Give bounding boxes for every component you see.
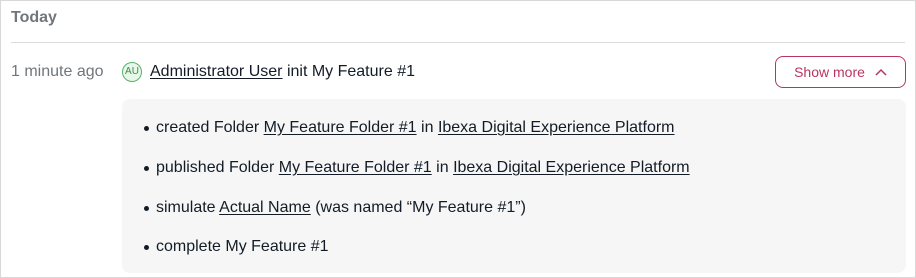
entry-time: 1 minute ago xyxy=(11,63,104,80)
detail-text: simulate xyxy=(156,199,216,216)
activity-panel: Today 1 minute ago AU Administrator User… xyxy=(0,0,916,278)
show-more-button[interactable]: Show more xyxy=(775,56,906,88)
detail-link[interactable]: My Feature Folder #1 xyxy=(279,159,432,176)
chevron-up-icon xyxy=(875,68,887,76)
entry-details: created Folder My Feature Folder #1 in I… xyxy=(122,99,906,273)
detail-text: in xyxy=(436,159,449,176)
bullet xyxy=(144,206,149,211)
detail-item: simulate Actual Name (was named “My Feat… xyxy=(144,198,526,218)
group-title: Today xyxy=(11,9,57,26)
show-more-label: Show more xyxy=(794,64,865,80)
detail-item: created Folder My Feature Folder #1 in I… xyxy=(144,118,675,138)
detail-text: created Folder xyxy=(156,119,260,136)
detail-item: complete My Feature #1 xyxy=(144,237,329,257)
detail-link[interactable]: Ibexa Digital Experience Platform xyxy=(453,159,690,176)
detail-text: published Folder xyxy=(156,159,275,176)
detail-text: complete My Feature #1 xyxy=(156,238,329,255)
detail-link[interactable]: My Feature Folder #1 xyxy=(264,119,417,136)
detail-item: published Folder My Feature Folder #1 in… xyxy=(144,158,690,178)
bullet xyxy=(144,126,149,131)
bullet xyxy=(144,245,149,250)
user-link[interactable]: Administrator User xyxy=(150,63,282,80)
detail-text: (was named “My Feature #1”) xyxy=(315,199,526,216)
detail-link[interactable]: Actual Name xyxy=(219,199,311,216)
detail-link[interactable]: Ibexa Digital Experience Platform xyxy=(438,119,675,136)
entry-summary: Administrator User init My Feature #1 xyxy=(150,62,415,82)
bullet xyxy=(144,166,149,171)
user-avatar: AU xyxy=(122,62,142,82)
entry-action: init My Feature #1 xyxy=(286,63,415,80)
divider xyxy=(11,42,905,43)
detail-text: in xyxy=(421,119,434,136)
